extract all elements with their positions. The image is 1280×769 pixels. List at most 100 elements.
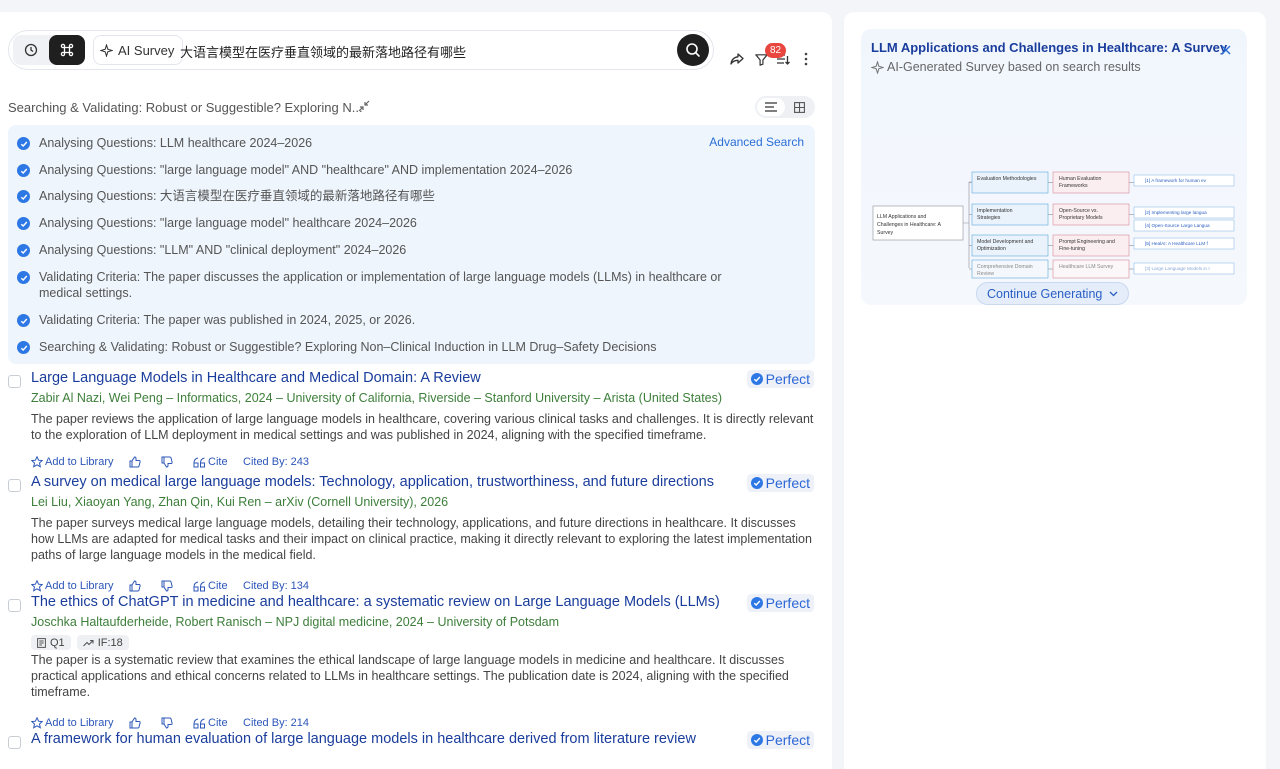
thumbs-up-icon	[129, 717, 141, 729]
survey-mode-button[interactable]	[49, 35, 85, 65]
results-panel: AI Survey 大语言模型在医疗垂直领域的最新落地路径有哪些 82 Sear…	[0, 12, 832, 769]
trend-up-icon	[82, 639, 94, 646]
cite-label: Cite	[208, 717, 228, 729]
thumbs-down-icon	[161, 456, 173, 468]
command-icon	[60, 43, 74, 57]
cite-button[interactable]: Cite	[193, 456, 228, 468]
ai-survey-chip[interactable]: AI Survey	[93, 35, 184, 65]
cite-label: Cite	[208, 456, 228, 468]
search-query[interactable]: 大语言模型在医疗垂直领域的最新落地路径有哪些	[180, 42, 466, 61]
result-authors[interactable]: Joschka Haltaufderheide, Robert Ranisch …	[31, 615, 559, 629]
mindmap-branch-text: Review	[977, 271, 994, 277]
cited-by-link[interactable]: Cited By: 214	[243, 717, 309, 729]
survey-mindmap[interactable]: LLM Applications and Challenges in Health…	[871, 164, 1237, 284]
result-tags: Q1 IF:18	[31, 635, 129, 650]
history-mode-button[interactable]	[13, 35, 49, 65]
progress-step: Validating Criteria: The paper discusses…	[17, 269, 757, 301]
progress-step: Searching & Validating: Robust or Sugges…	[17, 339, 757, 355]
table-view-icon	[793, 101, 805, 113]
table-view-button[interactable]	[785, 98, 813, 116]
progress-step-text: Analysing Questions: "large language mod…	[39, 216, 417, 230]
quartile-tag: Q1	[31, 635, 71, 650]
search-bar[interactable]: AI Survey 大语言模型在医疗垂直领域的最新落地路径有哪些	[8, 30, 714, 70]
result-authors[interactable]: Lei Liu, Xiaoyan Yang, Zhan Qin, Kui Ren…	[31, 495, 448, 509]
add-to-library-label: Add to Library	[45, 580, 114, 592]
result-actions: Add to Library Cite Cited By: 243	[31, 456, 811, 472]
more-vertical-icon	[804, 52, 808, 66]
search-button[interactable]	[677, 34, 709, 66]
mindmap-branch-text: Evaluation Methodologies	[977, 176, 1037, 182]
list-view-button[interactable]	[757, 98, 785, 116]
check-circle-icon	[17, 271, 30, 284]
progress-step-text: Analysing Questions: LLM healthcare 2024…	[39, 136, 313, 150]
progress-step-text: Analysing Questions: "large language mod…	[39, 163, 573, 177]
star-icon	[31, 717, 43, 729]
dislike-button[interactable]	[161, 456, 173, 468]
thumbs-up-icon	[129, 580, 141, 592]
mindmap-sub-text: Open-Source vs.	[1059, 208, 1098, 214]
result-select-checkbox[interactable]	[8, 479, 21, 492]
result-select-checkbox[interactable]	[8, 375, 21, 388]
mindmap-root-text: Challenges in Healthcare: A	[877, 222, 942, 228]
filter-count-badge: 82	[765, 43, 787, 58]
progress-step: Analysing Questions: "large language mod…	[17, 162, 757, 178]
relevance-badge: Perfect	[746, 370, 814, 388]
continue-generating-label: Continue Generating	[987, 286, 1103, 301]
result-title[interactable]: The ethics of ChatGPT in medicine and he…	[31, 594, 720, 610]
cite-button[interactable]: Cite	[193, 580, 228, 592]
check-circle-icon	[750, 734, 763, 746]
survey-subtitle: AI-Generated Survey based on search resu…	[871, 60, 1141, 74]
add-to-library-button[interactable]: Add to Library	[31, 456, 113, 468]
result-authors[interactable]: Zabir Al Nazi, Wei Peng – Informatics, 2…	[31, 391, 722, 405]
quartile-label: Q1	[50, 636, 65, 649]
collapse-button[interactable]	[357, 99, 371, 118]
mindmap-sub-text: Fine-tuning	[1059, 246, 1085, 252]
check-circle-icon	[17, 314, 30, 327]
add-to-library-button[interactable]: Add to Library	[31, 580, 113, 592]
check-circle-icon	[750, 373, 763, 385]
mindmap-branch-text: Strategies	[977, 215, 1001, 221]
mindmap-branch-text: Comprehensive Domain	[977, 264, 1033, 270]
mindmap-branch-text: Optimization	[977, 246, 1006, 252]
add-to-library-label: Add to Library	[45, 717, 114, 729]
check-circle-icon	[17, 217, 30, 230]
progress-step-text: Validating Criteria: The paper was publi…	[39, 313, 416, 327]
result-summary: The paper surveys medical large language…	[31, 516, 812, 563]
result-title[interactable]: Large Language Models in Healthcare and …	[31, 370, 481, 386]
mindmap-branch-text: Model Development and	[977, 239, 1033, 245]
survey-subtitle-text: AI-Generated Survey based on search resu…	[887, 60, 1141, 74]
result-title[interactable]: A survey on medical large language model…	[31, 474, 714, 490]
share-button[interactable]	[726, 48, 748, 70]
like-button[interactable]	[129, 580, 141, 592]
more-options-button[interactable]	[798, 48, 814, 70]
add-to-library-button[interactable]: Add to Library	[31, 717, 113, 729]
check-circle-icon	[17, 190, 30, 203]
relevance-badge: Perfect	[746, 731, 814, 749]
relevance-label: Perfect	[765, 475, 810, 491]
cited-by-link[interactable]: Cited By: 243	[243, 456, 309, 468]
mindmap-sub-text: Prompt Engineering and	[1059, 239, 1115, 245]
survey-panel: LLM Applications and Challenges in Healt…	[844, 12, 1266, 769]
result-select-checkbox[interactable]	[8, 599, 21, 612]
relevance-badge: Perfect	[746, 474, 814, 492]
share-icon	[730, 53, 744, 65]
thumbs-down-icon	[161, 580, 173, 592]
result-select-checkbox[interactable]	[8, 736, 21, 749]
like-button[interactable]	[129, 717, 141, 729]
sparkle-icon	[871, 60, 884, 74]
dislike-button[interactable]	[161, 717, 173, 729]
mindmap-leaf-text: [1] A framework for human ev	[1145, 178, 1207, 183]
survey-title[interactable]: LLM Applications and Challenges in Healt…	[871, 40, 1227, 55]
progress-step-text: Searching & Validating: Robust or Sugges…	[39, 340, 657, 354]
cited-by-link[interactable]: Cited By: 134	[243, 580, 309, 592]
result-title[interactable]: A framework for human evaluation of larg…	[31, 731, 696, 747]
like-button[interactable]	[129, 456, 141, 468]
progress-step: Analysing Questions: 大语言模型在医疗垂直领域的最新落地路径…	[17, 188, 757, 204]
cite-button[interactable]: Cite	[193, 717, 228, 729]
dislike-button[interactable]	[161, 580, 173, 592]
mindmap-root-text: LLM Applications and	[877, 214, 926, 220]
continue-generating-button[interactable]: Continue Generating	[976, 282, 1130, 305]
search-status: Searching & Validating: Robust or Sugges…	[8, 100, 363, 115]
relevance-label: Perfect	[765, 732, 810, 748]
close-survey-button[interactable]	[1221, 42, 1231, 60]
